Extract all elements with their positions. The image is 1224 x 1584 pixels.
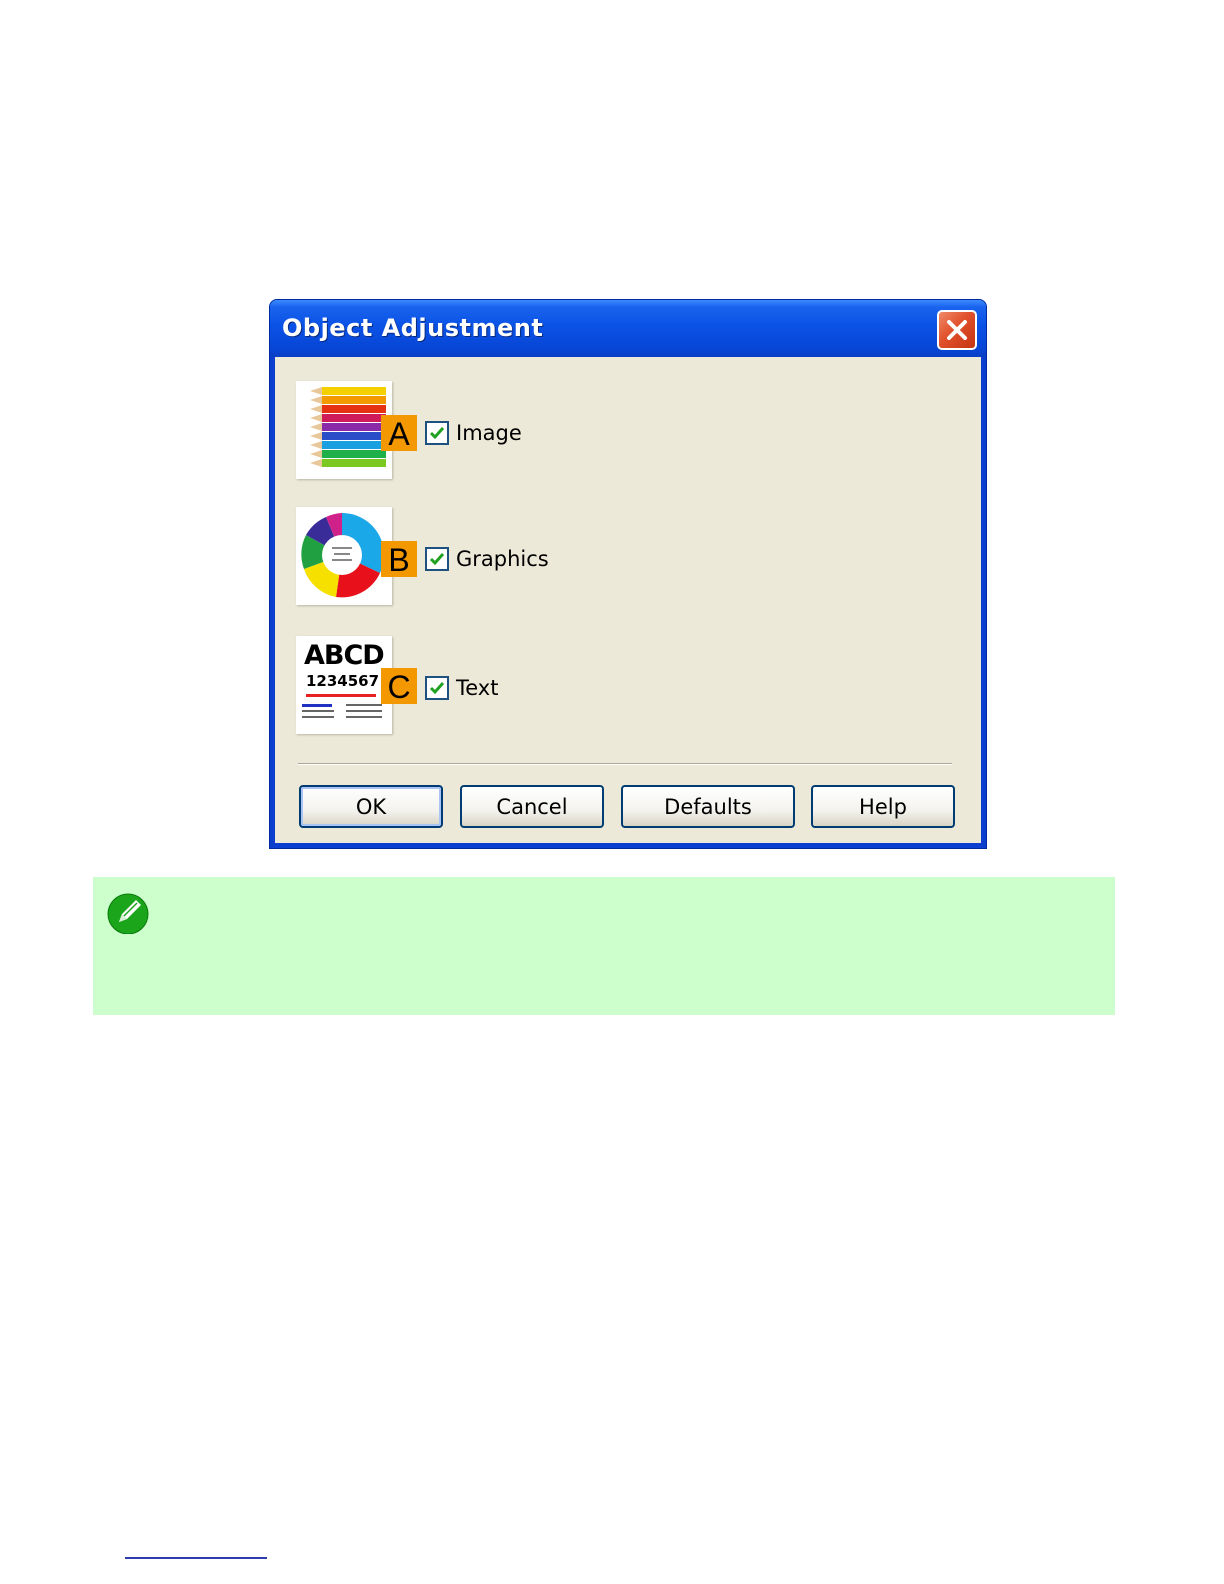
separator-line [298, 763, 952, 765]
graphics-checkbox[interactable] [425, 547, 449, 571]
thumb-gray-line-4 [302, 716, 334, 718]
dialog-client-area: A Image B Graphics ABCD 1234567 C Text O… [275, 357, 981, 843]
close-button[interactable] [937, 310, 977, 350]
checkmark-icon [429, 427, 445, 440]
colored-pencils-image [310, 387, 386, 467]
image-checkbox[interactable] [425, 421, 449, 445]
colored-pencils-thumbnail [296, 381, 392, 479]
thumb-gray-line-2 [302, 710, 334, 712]
defaults-button[interactable]: Defaults [621, 785, 795, 828]
ok-button[interactable]: OK [299, 785, 443, 828]
footer-link-underline[interactable] [125, 1557, 267, 1559]
help-button[interactable]: Help [811, 785, 955, 828]
text-checkbox-label[interactable]: Text [456, 676, 498, 700]
thumb-gray-line-5 [346, 716, 382, 718]
thumb-text-abcd: ABCD [304, 640, 385, 671]
close-icon [947, 320, 967, 340]
title-bar[interactable]: Object Adjustment [270, 300, 986, 357]
pie-chart-thumbnail [296, 507, 392, 605]
option-row-text: ABCD 1234567 C Text [275, 636, 981, 736]
object-adjustment-dialog: Object Adjustment A Image B Graphics ABC… [269, 299, 987, 849]
text-checkbox[interactable] [425, 676, 449, 700]
text-sample-thumbnail: ABCD 1234567 [296, 636, 392, 734]
pencil-note-icon [107, 893, 149, 934]
thumb-gray-line-1 [346, 704, 382, 706]
dialog-title: Object Adjustment [282, 314, 544, 342]
thumb-blue-line [302, 704, 332, 707]
thumb-gray-line-3 [346, 710, 382, 712]
thumb-text-digits: 1234567 [306, 672, 380, 690]
callout-badge-b: B [381, 541, 417, 578]
callout-badge-c: C [381, 668, 417, 705]
graphics-checkbox-label[interactable]: Graphics [456, 547, 549, 571]
image-checkbox-label[interactable]: Image [456, 421, 522, 445]
note-box [93, 877, 1115, 1015]
pie-chart-image [300, 512, 385, 598]
option-row-image: A Image [275, 377, 981, 479]
checkmark-icon [429, 682, 445, 695]
thumb-red-line [306, 694, 376, 697]
callout-badge-a: A [381, 415, 417, 452]
checkmark-icon [429, 553, 445, 566]
cancel-button[interactable]: Cancel [460, 785, 604, 828]
option-row-graphics: B Graphics [275, 507, 981, 607]
